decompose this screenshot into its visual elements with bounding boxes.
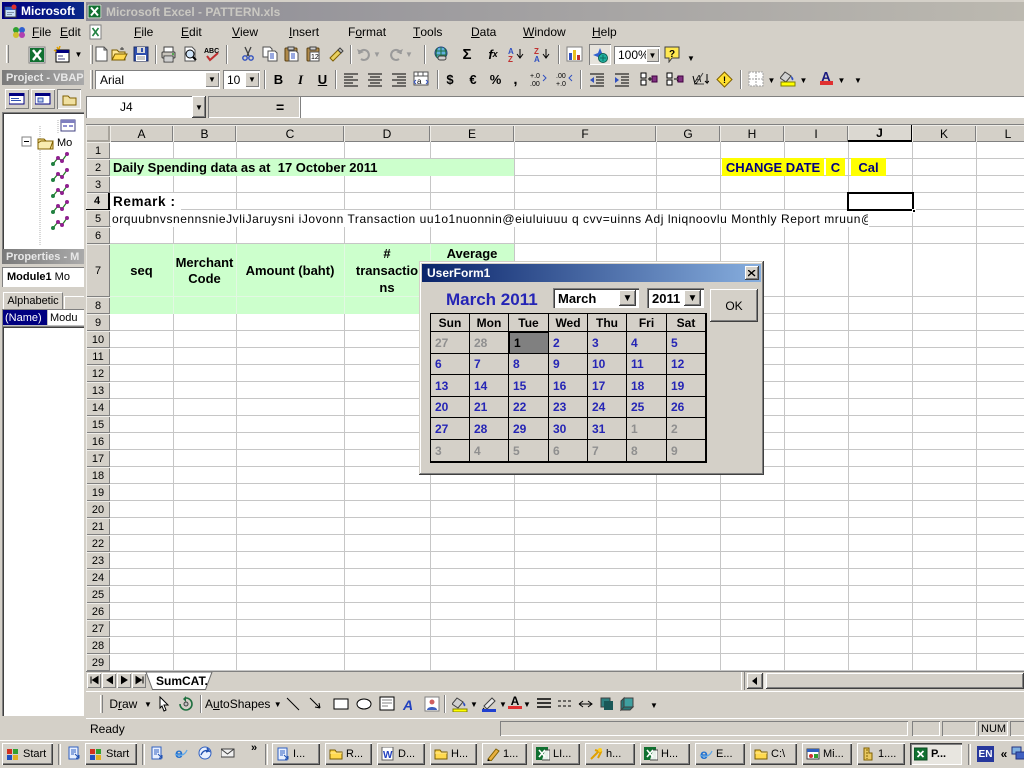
svg-text:e: e <box>700 747 708 761</box>
svg-text:W: W <box>383 750 393 761</box>
svg-text:A: A <box>402 697 413 712</box>
svg-text:.00: .00 <box>556 73 566 80</box>
svg-text:!: ! <box>723 75 726 85</box>
svg-text:?: ? <box>669 49 675 60</box>
svg-text:.00: .00 <box>530 81 540 88</box>
svg-text:Z: Z <box>508 55 513 63</box>
svg-text:e: e <box>175 746 183 760</box>
svg-text:+.0: +.0 <box>530 73 540 80</box>
svg-text:+.0: +.0 <box>556 81 566 88</box>
svg-text:a: a <box>417 77 422 86</box>
svg-text:12: 12 <box>311 54 319 61</box>
svg-text:A: A <box>534 55 540 63</box>
